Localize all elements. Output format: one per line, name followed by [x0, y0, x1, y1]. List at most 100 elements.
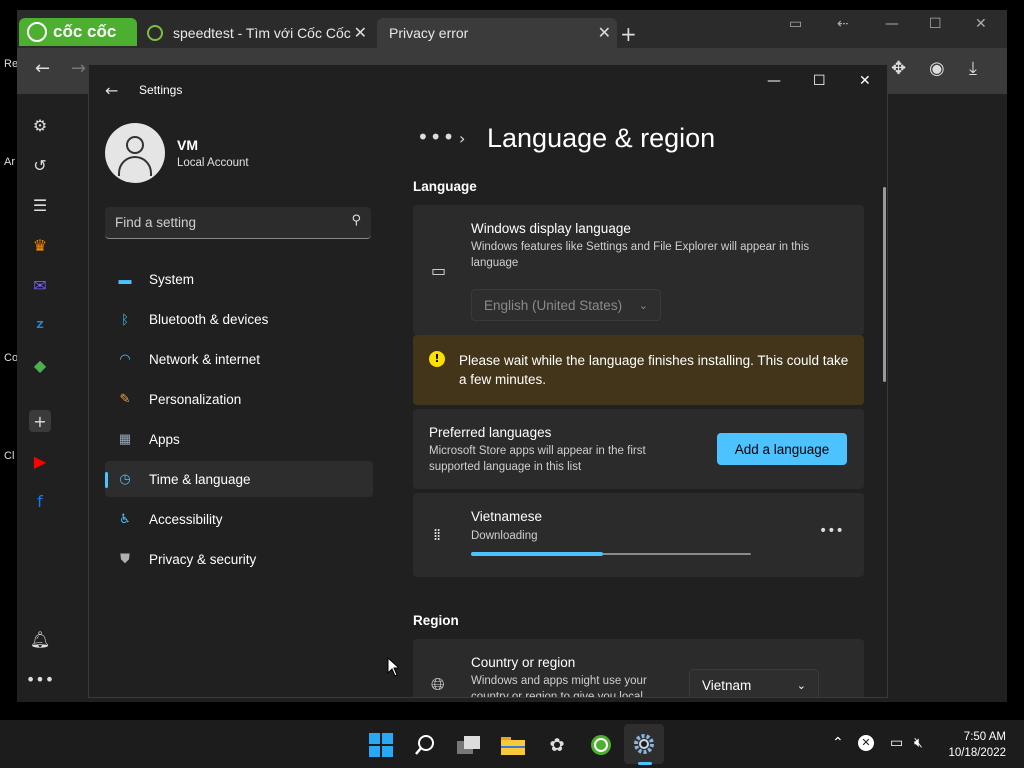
nav-item-privacy[interactable]: ⛊ Privacy & security — [105, 541, 373, 577]
close-tab-icon[interactable]: ✕ — [598, 23, 611, 43]
user-name: VM — [177, 137, 198, 153]
settings-nav: ▬ System ᛒ Bluetooth & devices ◠ Network… — [105, 261, 373, 581]
display-language-select[interactable]: English (United States) ⌄ — [471, 289, 661, 321]
close-icon[interactable]: ✕ — [859, 73, 871, 89]
back-arrow-icon[interactable]: ← — [105, 81, 118, 100]
history-icon[interactable]: ↺ — [29, 154, 51, 176]
maximize-icon[interactable]: ☐ — [929, 16, 942, 32]
windows-start-icon[interactable] — [368, 732, 394, 758]
nav-item-system[interactable]: ▬ System — [105, 261, 373, 297]
chevron-up-icon[interactable]: ⌃ — [832, 735, 844, 751]
desktop: Re Ar Co Cl cốc cốc speedtest - Tìm với … — [0, 0, 1024, 768]
list-icon[interactable]: ☰ — [29, 194, 51, 216]
zalo-icon[interactable]: Z — [29, 314, 51, 336]
settings-app-icon[interactable] — [624, 724, 664, 764]
warning-icon: ! — [429, 351, 445, 367]
close-circle-icon[interactable]: ✕ — [858, 735, 874, 751]
close-icon[interactable]: ✕ — [975, 16, 987, 32]
apps-icon: ▦ — [118, 431, 132, 446]
desktop-edge-label: Re — [4, 58, 19, 70]
back-icon[interactable]: ← — [35, 58, 50, 79]
new-tab-button[interactable]: + — [620, 22, 637, 46]
search-input[interactable] — [105, 207, 335, 237]
nav-item-label: Accessibility — [149, 511, 223, 527]
nav-item-time-language[interactable]: ◷ Time & language — [105, 461, 373, 497]
browser-tab[interactable]: speedtest - Tìm với Cốc Cốc ✕ — [139, 18, 373, 48]
display-language-card: ▭ Windows display language Windows featu… — [413, 205, 864, 335]
nav-item-label: Bluetooth & devices — [149, 311, 269, 327]
drag-handle-icon[interactable]: ⁞⁞ — [433, 525, 441, 544]
card-title: Windows display language — [471, 221, 631, 236]
globe-icon: 🌐︎ — [431, 675, 445, 695]
search-icon[interactable] — [412, 732, 438, 758]
raccoon-app-icon[interactable]: ✿ — [544, 732, 570, 758]
card-description: Microsoft Store apps will appear in the … — [429, 445, 646, 473]
file-explorer-icon[interactable] — [500, 732, 526, 758]
chevron-down-icon: ⌄ — [796, 679, 806, 692]
maximize-icon[interactable]: ☐ — [813, 73, 826, 89]
minimize-icon[interactable]: — — [767, 73, 781, 89]
card-title: Country or region — [471, 655, 576, 670]
crown-icon[interactable]: ♛ — [29, 234, 51, 256]
youtube-icon[interactable]: ▶ — [29, 450, 51, 472]
nav-item-accessibility[interactable]: ♿︎ Accessibility — [105, 501, 373, 537]
nav-item-personalization[interactable]: ✎ Personalization — [105, 381, 373, 417]
volume-mute-icon[interactable]: 🔇︎ — [914, 735, 923, 751]
nav-item-bluetooth[interactable]: ᛒ Bluetooth & devices — [105, 301, 373, 337]
clock-date: 10/18/2022 — [948, 747, 1006, 759]
card-description: Windows and apps might use your country … — [471, 675, 647, 698]
monitor-icon: ▬ — [118, 271, 132, 287]
download-icon[interactable]: ⤓ — [969, 58, 977, 79]
accessibility-icon: ♿︎ — [119, 511, 131, 526]
bell-icon[interactable]: 🔔︎ — [29, 628, 51, 650]
brush-icon: ✎ — [119, 391, 131, 406]
search-icon[interactable]: ⚲ — [351, 213, 361, 228]
nav-item-label: Personalization — [149, 391, 242, 407]
task-view-icon[interactable] — [456, 732, 482, 758]
tab-title: Privacy error — [389, 25, 469, 41]
nav-item-apps[interactable]: ▦ Apps — [105, 421, 373, 457]
network-icon[interactable]: ▭ — [890, 735, 903, 751]
screenshot-icon[interactable]: ▭ — [789, 16, 802, 32]
country-select[interactable]: Vietnam ⌄ — [689, 669, 819, 697]
section-title-region: Region — [413, 613, 459, 628]
gear-icon[interactable]: ⚙ — [29, 114, 51, 136]
chevron-down-icon: ⌄ — [638, 299, 648, 312]
desktop-edge-label: Cl — [4, 450, 15, 462]
nav-item-network[interactable]: ◠ Network & internet — [105, 341, 373, 377]
system-clock[interactable]: 7:50 AM 10/18/2022 — [944, 729, 1006, 761]
close-tab-icon[interactable]: ✕ — [354, 23, 367, 43]
minimize-icon[interactable]: — — [885, 16, 899, 32]
select-value: English (United States) — [484, 297, 623, 313]
forward-icon[interactable]: → — [71, 58, 86, 79]
bluetooth-icon: ᛒ — [121, 311, 129, 327]
avatar[interactable] — [105, 123, 165, 183]
scrollbar[interactable] — [883, 187, 886, 382]
progress-fill — [471, 552, 603, 556]
breadcrumb-overflow-button[interactable]: ••• — [417, 125, 455, 149]
add-language-button[interactable]: Add a language — [717, 433, 847, 465]
more-options-icon[interactable]: ••• — [819, 523, 844, 539]
browser-tab-active[interactable]: Privacy error ✕ — [377, 18, 617, 48]
laptop-icon: ▭ — [431, 261, 447, 280]
browser-tab-bar: cốc cốc speedtest - Tìm với Cốc Cốc ✕ Pr… — [17, 10, 1007, 48]
split-view-icon[interactable]: ⇠ — [837, 16, 849, 32]
shield-icon: ⛊ — [120, 551, 130, 566]
coccoc-browser-icon[interactable] — [588, 732, 614, 758]
messenger-icon[interactable]: ✉ — [29, 274, 51, 296]
profile-icon[interactable]: ◉ — [929, 58, 945, 79]
gamepad-icon[interactable]: ◆ — [29, 354, 51, 376]
install-warning-banner: ! Please wait while the language finishe… — [413, 335, 864, 405]
language-list-item: ⁞⁞ Vietnamese Downloading ••• — [413, 493, 864, 577]
extensions-icon[interactable]: ✥ — [891, 58, 906, 79]
browser-sidebar: ⚙ ↺ ☰ ♛ ✉ Z ◆ + ▶ f 🔔︎ ••• — [17, 96, 63, 702]
more-icon[interactable]: ••• — [26, 668, 54, 690]
browser-brand-button[interactable]: cốc cốc — [19, 18, 137, 46]
facebook-icon[interactable]: f — [29, 490, 51, 512]
nav-item-label: Time & language — [149, 471, 251, 487]
window-title: Settings — [139, 83, 183, 97]
select-value: Vietnam — [702, 677, 752, 693]
add-icon[interactable]: + — [29, 410, 51, 432]
preferred-languages-card: Preferred languages Microsoft Store apps… — [413, 409, 864, 489]
card-title: Preferred languages — [429, 425, 552, 440]
